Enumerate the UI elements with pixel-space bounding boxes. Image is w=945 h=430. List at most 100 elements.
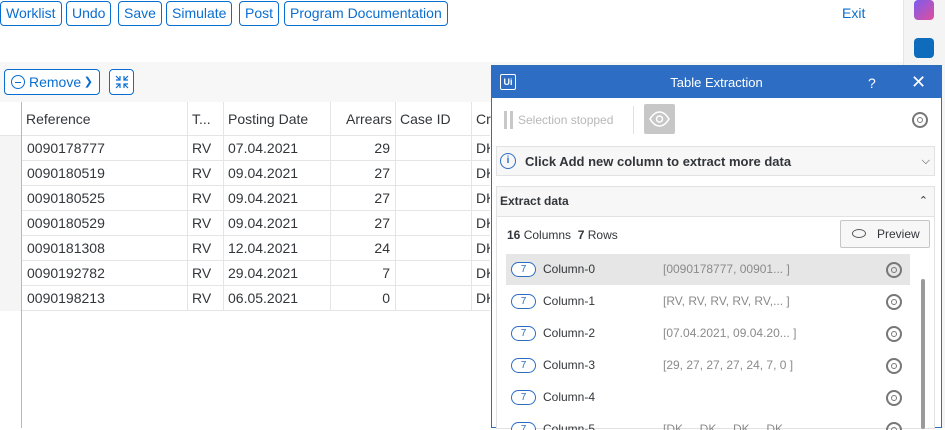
- info-icon: i: [500, 153, 516, 169]
- worklist-button[interactable]: Worklist: [0, 1, 62, 26]
- cell-posting-date[interactable]: 06.05.2021: [228, 286, 298, 311]
- minus-circle-icon: [11, 75, 25, 89]
- table-row[interactable]: 0090181308 RV 12.04.2021 24 DK: [0, 236, 490, 261]
- cell-type[interactable]: RV: [192, 286, 211, 311]
- program-documentation-button[interactable]: Program Documentation: [284, 1, 448, 26]
- column-name: Column-2: [543, 326, 596, 340]
- panel-title-bar[interactable]: Ui Table Extraction ? ✕: [492, 66, 941, 98]
- cell-cr[interactable]: DK: [476, 286, 490, 311]
- post-button[interactable]: Post: [239, 1, 280, 26]
- info-banner[interactable]: i Click Add new column to extract more d…: [496, 146, 935, 176]
- column-settings-gear-icon[interactable]: [886, 390, 902, 406]
- column-item[interactable]: 7 Column-4: [506, 382, 910, 413]
- simulate-button[interactable]: Simulate: [166, 1, 233, 26]
- table-row[interactable]: 0090198213 RV 06.05.2021 0 DK: [0, 286, 490, 311]
- table-row[interactable]: 0090178777 RV 07.04.2021 29 DK: [0, 136, 490, 161]
- collapse-button[interactable]: [109, 69, 134, 95]
- copilot-icon[interactable]: [914, 0, 934, 20]
- cell-posting-date[interactable]: 07.04.2021: [228, 136, 298, 161]
- cell-posting-date[interactable]: 29.04.2021: [228, 261, 298, 286]
- cell-cr[interactable]: DK: [476, 236, 490, 261]
- columns-label: Columns: [523, 228, 572, 242]
- cell-reference[interactable]: 0090180519: [27, 161, 105, 186]
- column-preview: [RV, RV, RV, RV, RV,... ]: [663, 294, 790, 308]
- panel-toolbar: Selection stopped: [492, 98, 941, 142]
- cell-posting-date[interactable]: 09.04.2021: [228, 186, 298, 211]
- exit-link[interactable]: Exit: [842, 5, 865, 21]
- eye-icon: [852, 229, 866, 238]
- chevron-down-icon[interactable]: ⌵: [922, 147, 930, 176]
- table-header: Reference T... Posting Date Arrears Case…: [0, 102, 491, 136]
- column-count-badge: 7: [511, 262, 536, 277]
- preview-button[interactable]: Preview: [840, 220, 930, 248]
- cell-posting-date[interactable]: 12.04.2021: [228, 236, 298, 261]
- table-row[interactable]: 0090180519 RV 09.04.2021 27 DK: [0, 161, 490, 186]
- column-header-cr[interactable]: Cr: [476, 102, 491, 136]
- column-settings-gear-icon[interactable]: [886, 326, 902, 342]
- cell-arrears[interactable]: 0: [330, 286, 390, 311]
- chevron-up-icon[interactable]: ⌃: [919, 187, 928, 216]
- close-icon[interactable]: ✕: [911, 66, 926, 99]
- cell-type[interactable]: RV: [192, 261, 211, 286]
- settings-gear-icon[interactable]: [912, 112, 928, 128]
- highlight-toggle-button[interactable]: [644, 104, 675, 134]
- scrollbar[interactable]: [921, 279, 925, 429]
- cell-reference[interactable]: 0090178777: [27, 136, 105, 161]
- column-settings-gear-icon[interactable]: [886, 358, 902, 374]
- cell-arrears[interactable]: 27: [330, 211, 390, 236]
- column-settings-gear-icon[interactable]: [886, 262, 902, 278]
- column-header-arrears[interactable]: Arrears: [346, 102, 392, 136]
- table-row[interactable]: 0090180529 RV 09.04.2021 27 DK: [0, 211, 490, 236]
- cell-cr[interactable]: DK: [476, 136, 490, 161]
- column-preview: [0090178777, 00901... ]: [663, 262, 790, 276]
- column-item[interactable]: 7 Column-2 [07.04.2021, 09.04.20... ]: [506, 318, 910, 349]
- outlook-icon[interactable]: [914, 38, 934, 58]
- help-icon[interactable]: ?: [868, 66, 876, 100]
- cell-type[interactable]: RV: [192, 211, 211, 236]
- undo-button[interactable]: Undo: [66, 1, 112, 26]
- cell-cr[interactable]: DK: [476, 261, 490, 286]
- column-item[interactable]: 7 Column-3 [29, 27, 27, 27, 24, 7, 0 ]: [506, 350, 910, 381]
- column-header-case-id[interactable]: Case ID: [400, 102, 451, 136]
- cell-reference[interactable]: 0090180525: [27, 186, 105, 211]
- cell-cr[interactable]: DK: [476, 186, 490, 211]
- table-row[interactable]: 0090192782 RV 29.04.2021 7 DK: [0, 261, 490, 286]
- cell-reference[interactable]: 0090192782: [27, 261, 105, 286]
- data-table: Reference T... Posting Date Arrears Case…: [0, 102, 491, 428]
- cell-type[interactable]: RV: [192, 236, 211, 261]
- cell-reference[interactable]: 0090180529: [27, 211, 105, 236]
- cell-type[interactable]: RV: [192, 186, 211, 211]
- cell-cr[interactable]: DK: [476, 211, 490, 236]
- cell-posting-date[interactable]: 09.04.2021: [228, 211, 298, 236]
- rows-label: Rows: [587, 228, 618, 242]
- column-header-posting-date[interactable]: Posting Date: [228, 102, 308, 136]
- cell-posting-date[interactable]: 09.04.2021: [228, 161, 298, 186]
- cell-type[interactable]: RV: [192, 161, 211, 186]
- cell-arrears[interactable]: 27: [330, 186, 390, 211]
- cell-arrears[interactable]: 29: [330, 136, 390, 161]
- cell-type[interactable]: RV: [192, 136, 211, 161]
- column-header-type[interactable]: T...: [192, 102, 211, 136]
- column-item[interactable]: 7 Column-1 [RV, RV, RV, RV, RV,... ]: [506, 286, 910, 317]
- cell-cr[interactable]: DK: [476, 161, 490, 186]
- cell-reference[interactable]: 0090198213: [27, 286, 105, 311]
- pause-icon[interactable]: [504, 111, 514, 129]
- extract-data-header[interactable]: Extract data ⌃: [497, 187, 934, 217]
- cell-arrears[interactable]: 7: [330, 261, 390, 286]
- column-count-badge: 7: [511, 390, 536, 405]
- column-settings-gear-icon[interactable]: [886, 294, 902, 310]
- column-count-badge: 7: [511, 358, 536, 373]
- column-name: Column-1: [543, 294, 596, 308]
- column-name: Column-0: [543, 262, 596, 276]
- eye-icon: [649, 111, 670, 127]
- column-item[interactable]: 7 Column-0 [0090178777, 00901... ]: [506, 254, 910, 285]
- column-settings-gear-icon[interactable]: [886, 422, 902, 430]
- table-row[interactable]: 0090180525 RV 09.04.2021 27 DK: [0, 186, 490, 211]
- column-count-badge: 7: [511, 326, 536, 341]
- save-button[interactable]: Save: [118, 1, 162, 26]
- column-header-reference[interactable]: Reference: [26, 102, 91, 136]
- cell-reference[interactable]: 0090181308: [27, 236, 105, 261]
- cell-arrears[interactable]: 27: [330, 161, 390, 186]
- cell-arrears[interactable]: 24: [330, 236, 390, 261]
- remove-button[interactable]: Remove ❯: [4, 69, 100, 95]
